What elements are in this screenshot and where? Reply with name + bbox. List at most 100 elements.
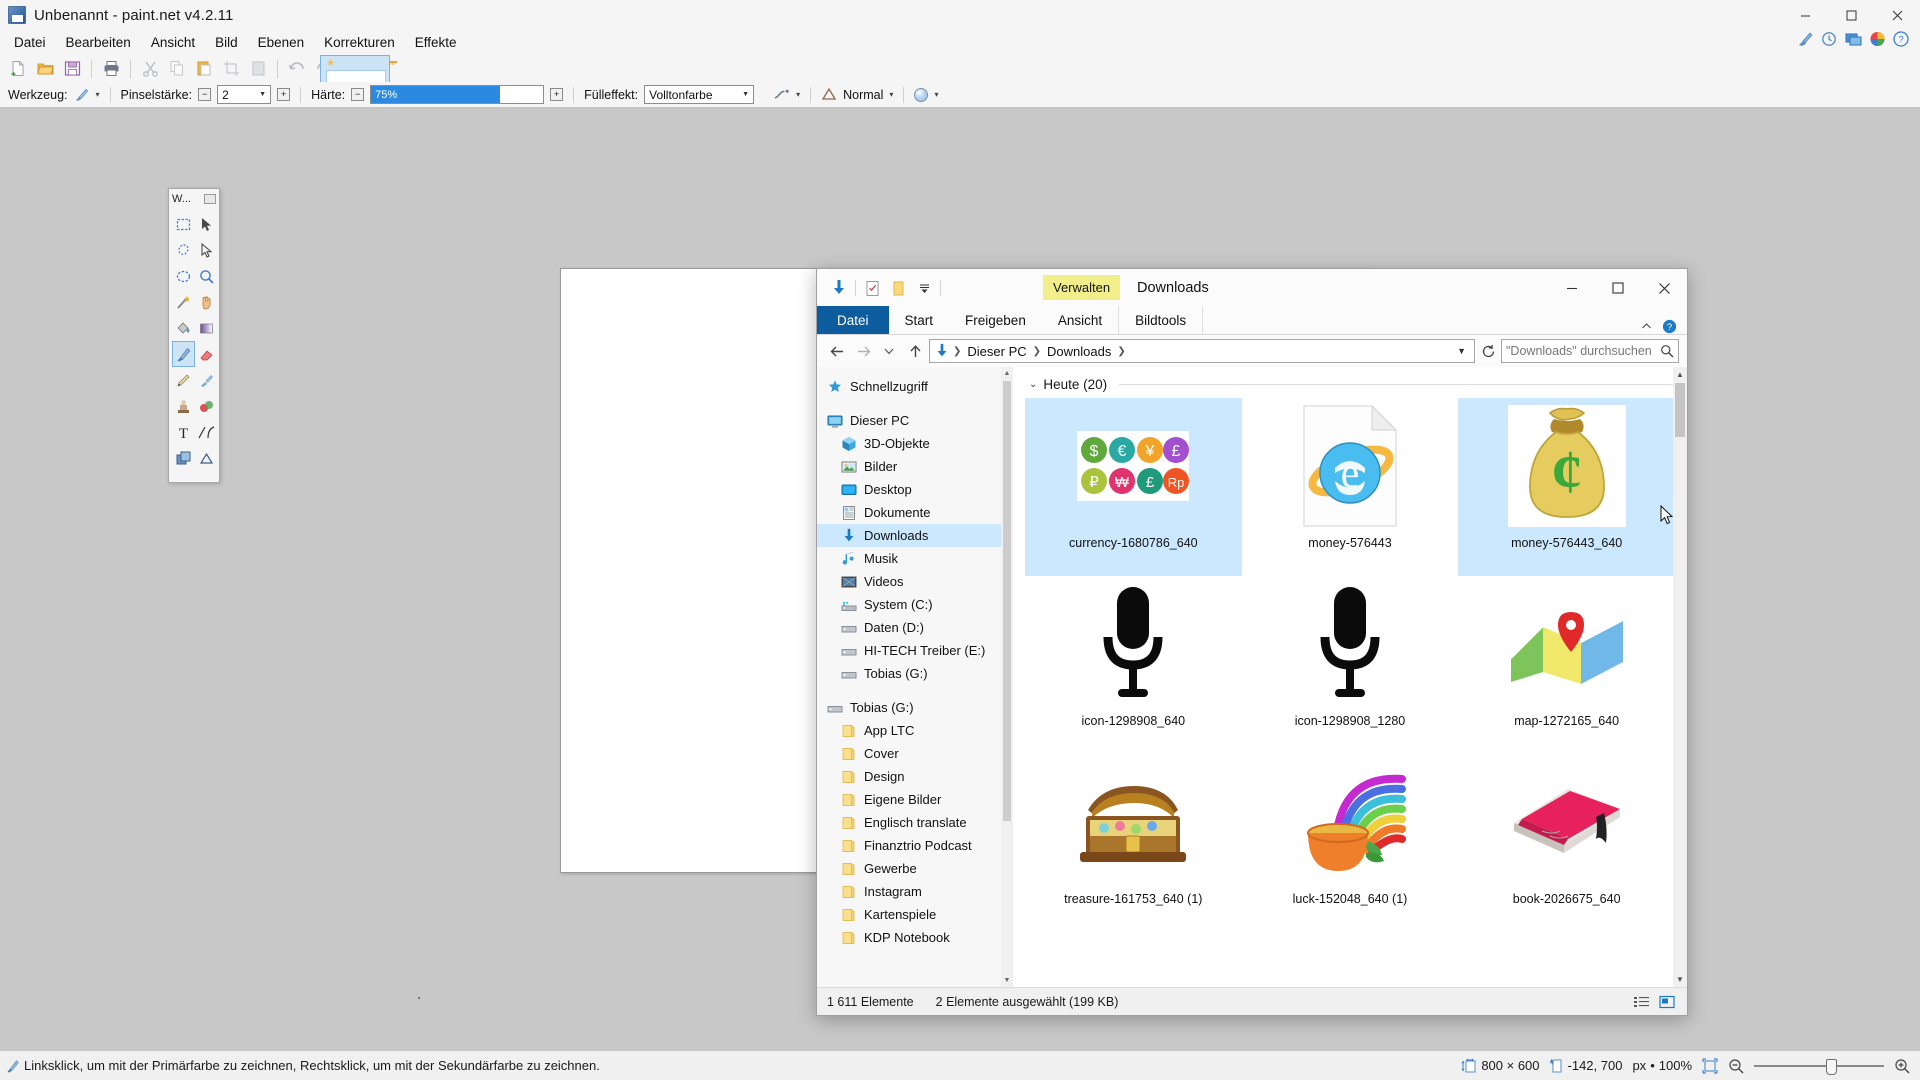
downloads-folder-icon[interactable] xyxy=(829,278,849,298)
antialiasing-dropdown-chevron-icon[interactable]: ▾ xyxy=(796,90,800,99)
help-icon[interactable]: ? xyxy=(1890,28,1912,50)
recolor-tool[interactable] xyxy=(195,393,218,419)
zoom-out-icon[interactable] xyxy=(1728,1058,1744,1074)
chevron-down-icon[interactable]: ▼ xyxy=(253,91,268,98)
deselect-icon[interactable] xyxy=(245,57,271,81)
breadcrumb-dieser-pc[interactable]: Dieser PC xyxy=(964,344,1029,359)
file-tile[interactable]: treasure-161753_640 (1) xyxy=(1025,754,1242,932)
shapes-triangle-icon[interactable] xyxy=(195,445,218,471)
sidebar-item-app-ltc[interactable]: App LTC xyxy=(817,719,1001,742)
group-header-heute[interactable]: ⌄ Heute (20) xyxy=(1013,367,1687,398)
zoom-slider-thumb[interactable] xyxy=(1826,1058,1837,1075)
new-folder-icon[interactable] xyxy=(888,278,908,298)
file-tile[interactable]: ¢ money-576443_640 xyxy=(1458,398,1675,576)
paste-icon[interactable] xyxy=(191,57,217,81)
sidebar-item-gewerbe[interactable]: Gewerbe xyxy=(817,857,1001,880)
pan-tool[interactable] xyxy=(195,289,218,315)
file-tile[interactable]: icon-1298908_640 xyxy=(1025,576,1242,754)
sidebar-item-eigene-bilder[interactable]: Eigene Bilder xyxy=(817,788,1001,811)
sidebar-item-tobias-g[interactable]: Tobias (G:) xyxy=(817,662,1001,685)
rectangle-select-tool[interactable] xyxy=(172,211,195,237)
magic-wand-tool[interactable] xyxy=(172,289,195,315)
breadcrumb-downloads[interactable]: Downloads xyxy=(1044,344,1114,359)
back-button[interactable] xyxy=(825,339,849,363)
help-question-icon[interactable]: ? xyxy=(1662,319,1677,334)
sidebar-item-system-c[interactable]: System (C:) xyxy=(817,593,1001,616)
file-tile[interactable]: luck-152048_640 (1) xyxy=(1242,754,1459,932)
brush-width-input[interactable]: 2 ▼ xyxy=(217,85,272,104)
scroll-up-arrow-icon[interactable]: ▲ xyxy=(1673,367,1687,382)
tab-ansicht[interactable]: Ansicht xyxy=(1042,306,1118,334)
move-selection-tool[interactable] xyxy=(195,237,218,263)
sidebar-item-dokumente[interactable]: Dokumente xyxy=(817,501,1001,524)
file-tile[interactable]: map-1272165_640 xyxy=(1458,576,1675,754)
sidebar-item-schnellzugriff[interactable]: Schnellzugriff xyxy=(817,375,1001,398)
paintbrush-tool[interactable] xyxy=(172,341,195,367)
chevron-down-icon[interactable]: ▼ xyxy=(736,91,751,98)
collapse-ribbon-chevron-up-icon[interactable] xyxy=(1641,321,1652,332)
up-button[interactable] xyxy=(903,339,927,363)
sidebar-item-daten-d[interactable]: Daten (D:) xyxy=(817,616,1001,639)
sidebar-item-dieser-pc[interactable]: Dieser PC xyxy=(817,409,1001,432)
zoom-slider[interactable] xyxy=(1754,1058,1884,1075)
eyedropper-tool[interactable] xyxy=(195,367,218,393)
scroll-up-arrow-icon[interactable]: ▲ xyxy=(1001,367,1013,380)
eraser-tool[interactable] xyxy=(195,341,218,367)
pin-icon[interactable] xyxy=(204,194,216,204)
chevron-down-icon[interactable]: ⌄ xyxy=(1029,379,1037,390)
file-tile[interactable]: e money-576443 xyxy=(1242,398,1459,576)
sidebar-item-instagram[interactable]: Instagram xyxy=(817,880,1001,903)
ellipse-select-tool[interactable] xyxy=(172,263,195,289)
zoom-tool[interactable] xyxy=(195,263,218,289)
sidebar-item-downloads[interactable]: Downloads xyxy=(817,524,1001,547)
cut-scissors-icon[interactable] xyxy=(137,57,163,81)
address-dropdown-chevron-down-icon[interactable]: ▼ xyxy=(1457,346,1470,356)
color-dropdown-chevron-icon[interactable]: ▾ xyxy=(934,90,938,99)
lasso-select-tool[interactable] xyxy=(172,237,195,263)
tool-dropdown-chevron-icon[interactable]: ▾ xyxy=(96,90,100,99)
navigation-pane[interactable]: Schnellzugriff Dieser PC 3D-Objekte Bilder D… xyxy=(817,367,1013,987)
close-button[interactable] xyxy=(1641,269,1687,307)
sidebar-item-videos[interactable]: Videos xyxy=(817,570,1001,593)
scroll-down-arrow-icon[interactable]: ▼ xyxy=(1673,972,1687,987)
tab-freigeben[interactable]: Freigeben xyxy=(949,306,1042,334)
blend-mode-icon[interactable] xyxy=(821,87,837,103)
history-icon[interactable] xyxy=(1818,28,1840,50)
menu-effekte[interactable]: Effekte xyxy=(405,31,467,54)
line-curve-tool[interactable] xyxy=(195,419,218,445)
file-tile[interactable]: $ € ¥ £ ₽ ₩ £ Rp currency-1680786_640 xyxy=(1025,398,1242,576)
properties-icon[interactable] xyxy=(862,278,882,298)
layers-icon[interactable] xyxy=(1842,28,1864,50)
sidebar-item-bilder[interactable]: Bilder xyxy=(817,455,1001,478)
pencil-tool[interactable] xyxy=(172,367,195,393)
hardness-slider[interactable]: 75% xyxy=(370,85,545,104)
zoom-in-icon[interactable] xyxy=(1894,1058,1910,1074)
brush-width-increase-button[interactable]: + xyxy=(277,88,291,101)
blend-mode-chevron-icon[interactable]: ▾ xyxy=(889,90,893,99)
search-input[interactable]: "Downloads" durchsuchen xyxy=(1501,339,1679,363)
file-tile[interactable]: book-2026675_640 xyxy=(1458,754,1675,932)
maximize-button[interactable] xyxy=(1595,269,1641,307)
text-tool[interactable]: T xyxy=(172,419,195,445)
file-tile[interactable]: icon-1298908_1280 xyxy=(1242,576,1459,754)
move-selected-tool[interactable] xyxy=(195,211,218,237)
file-explorer-window[interactable]: Verwalten Downloads Datei Start Freigebe… xyxy=(816,268,1688,1016)
tools-palette-window[interactable]: W... T xyxy=(168,188,220,483)
open-folder-icon[interactable] xyxy=(32,57,58,81)
undo-icon[interactable] xyxy=(284,57,310,81)
customize-qat-chevron-down-icon[interactable] xyxy=(914,278,934,298)
content-scrollbar[interactable]: ▲ ▼ xyxy=(1673,367,1687,987)
sidebar-item-design[interactable]: Design xyxy=(817,765,1001,788)
hardness-decrease-button[interactable]: − xyxy=(351,88,365,101)
tab-datei[interactable]: Datei xyxy=(817,306,889,334)
menu-ebenen[interactable]: Ebenen xyxy=(248,31,315,54)
tab-bildtools[interactable]: Bildtools xyxy=(1118,306,1204,334)
hardness-increase-button[interactable]: + xyxy=(550,88,564,101)
sidebar-item-musik[interactable]: Musik xyxy=(817,547,1001,570)
tab-start[interactable]: Start xyxy=(889,306,950,334)
forward-button[interactable] xyxy=(851,339,875,363)
sidebar-item-3d-objekte[interactable]: 3D-Objekte xyxy=(817,432,1001,455)
sidebar-item-desktop[interactable]: Desktop xyxy=(817,478,1001,501)
sidebar-item-cover[interactable]: Cover xyxy=(817,742,1001,765)
paint-bucket-tool[interactable] xyxy=(172,315,195,341)
